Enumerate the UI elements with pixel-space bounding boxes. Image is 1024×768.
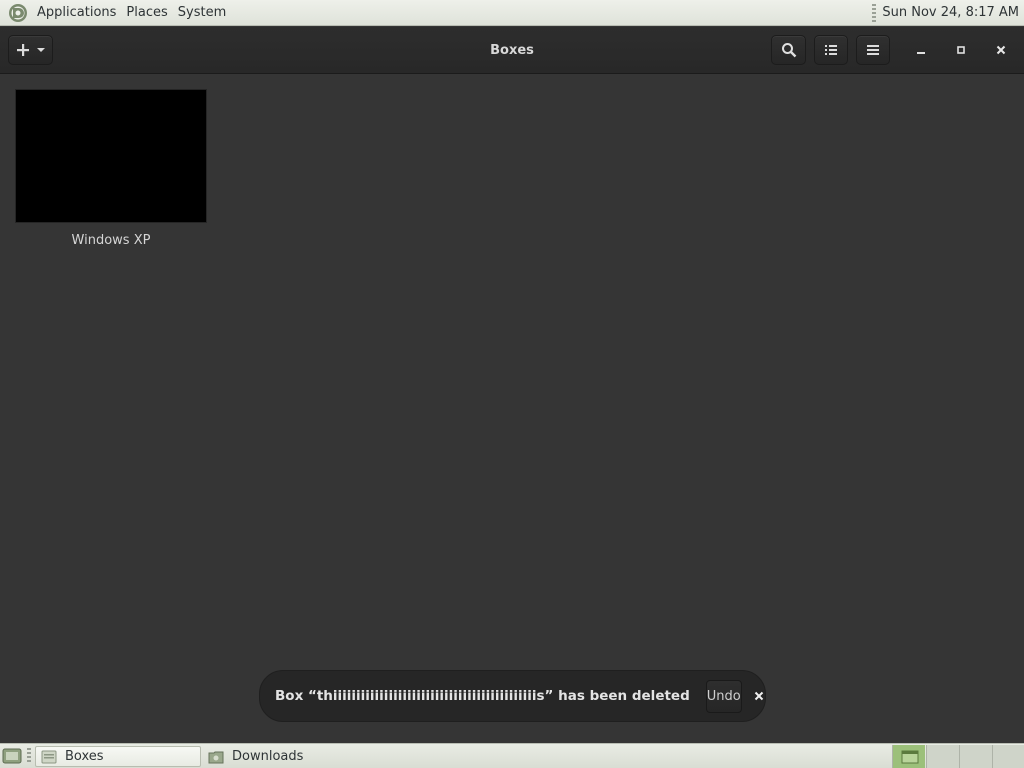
main-menu-button[interactable] — [856, 35, 890, 65]
undo-button[interactable]: Undo — [705, 679, 742, 713]
taskbar-item-boxes[interactable]: Boxes — [35, 746, 201, 767]
list-view-icon — [825, 45, 837, 55]
panel-handle — [872, 3, 877, 22]
taskbar-item-downloads[interactable]: Downloads — [203, 746, 383, 767]
close-icon — [755, 691, 764, 701]
minimize-icon — [917, 52, 925, 54]
boxes-app-icon — [41, 750, 57, 763]
show-desktop-icon[interactable] — [2, 747, 22, 765]
notification-close-button[interactable] — [754, 684, 765, 708]
top-panel: Applications Places System Sun Nov 24, 8… — [0, 0, 1024, 26]
panel-handle — [27, 748, 31, 764]
folder-icon — [208, 751, 224, 763]
workspace-2[interactable] — [926, 745, 959, 768]
new-box-button[interactable] — [8, 35, 53, 65]
maximize-button[interactable] — [948, 37, 974, 63]
boxes-collection-view: Windows XP — [0, 75, 1024, 742]
places-menu[interactable]: Places — [121, 5, 172, 20]
hamburger-menu-icon — [867, 45, 879, 55]
deleted-notification: Box “thiiiiiiiiiiiiiiiiiiiiiiiiiiiiiiiii… — [259, 670, 766, 722]
system-menu[interactable]: System — [173, 5, 231, 20]
box-thumbnail[interactable] — [15, 89, 207, 223]
list-view-button[interactable] — [814, 35, 848, 65]
plus-icon — [16, 44, 29, 56]
workspace-3[interactable] — [959, 745, 992, 768]
applications-menu[interactable]: Applications — [32, 5, 121, 20]
window-preview-icon — [901, 750, 919, 764]
distro-logo-icon[interactable] — [8, 3, 28, 23]
taskbar-item-label: Boxes — [65, 749, 104, 764]
notification-message: Box “thiiiiiiiiiiiiiiiiiiiiiiiiiiiiiiiii… — [275, 688, 690, 704]
taskbar-item-label: Downloads — [232, 749, 304, 764]
chevron-down-icon — [36, 48, 45, 52]
search-icon — [781, 43, 796, 58]
maximize-icon — [957, 46, 965, 54]
search-button[interactable] — [771, 35, 806, 65]
header-bar: Boxes — [0, 27, 1024, 74]
minimize-button[interactable] — [908, 37, 934, 63]
bottom-panel: Boxes Downloads — [0, 743, 1024, 768]
close-button[interactable] — [988, 37, 1014, 63]
close-icon — [996, 45, 1006, 55]
workspace-1[interactable] — [892, 745, 925, 768]
box-name-label: Windows XP — [71, 233, 151, 248]
workspace-4[interactable] — [992, 745, 1024, 768]
clock[interactable]: Sun Nov 24, 8:17 AM — [882, 5, 1024, 20]
